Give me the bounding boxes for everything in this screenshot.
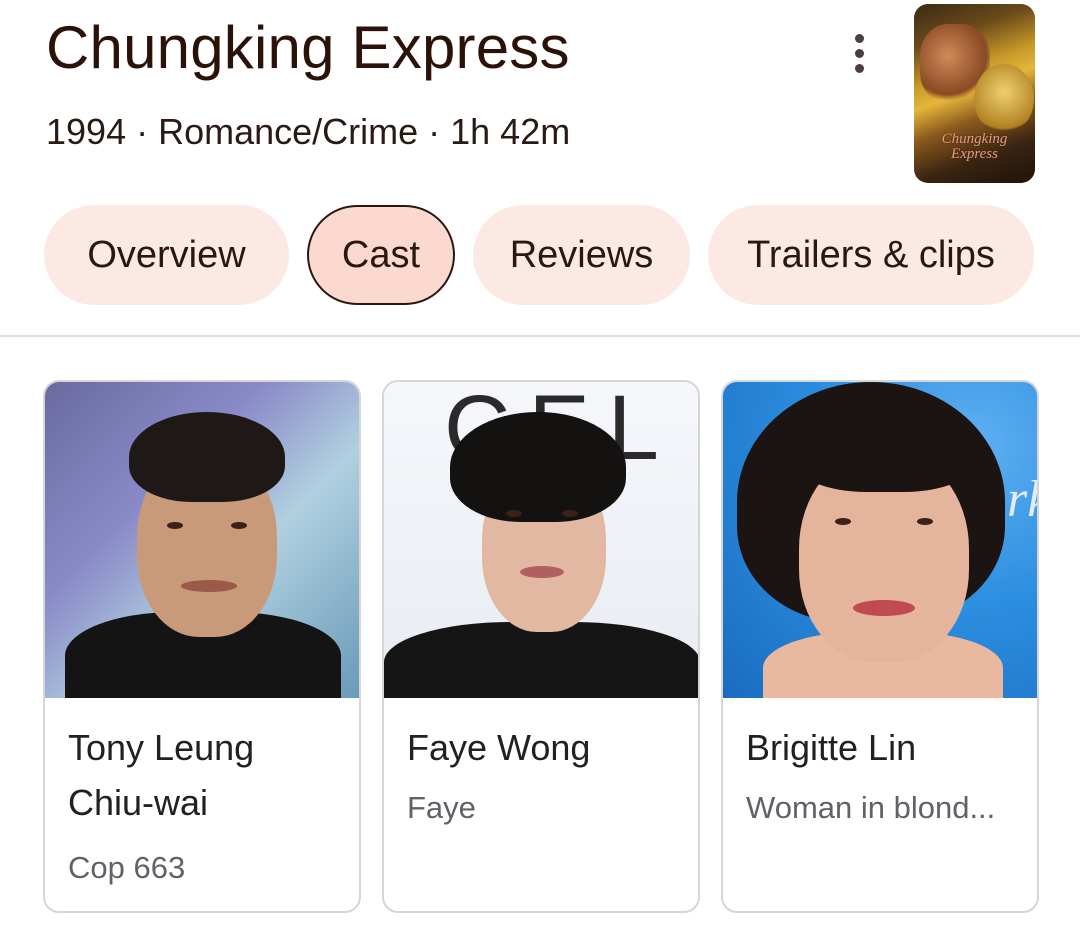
- tab-bar: Overview Cast Reviews Trailers & clips: [44, 205, 1034, 305]
- cast-photo: CEL: [384, 382, 698, 698]
- movie-title: Chungking Express: [46, 14, 570, 81]
- cast-card-tony-leung[interactable]: Tony Leung Chiu-wai Cop 663: [43, 380, 361, 913]
- photo-hair: [450, 412, 626, 522]
- cast-name: Faye Wong: [407, 727, 591, 768]
- backdrop-text: rk: [1007, 471, 1037, 528]
- more-options-button[interactable]: [836, 30, 882, 76]
- divider: [0, 335, 1080, 337]
- movie-knowledge-panel: Chungking Express 1994 · Romance/Crime ·…: [0, 0, 1080, 933]
- cast-photo: [45, 382, 359, 698]
- more-vert-icon: [854, 33, 864, 43]
- tab-overview[interactable]: Overview: [44, 205, 289, 305]
- photo-hair: [129, 412, 285, 502]
- photo-body: [384, 622, 698, 698]
- tab-trailers-clips[interactable]: Trailers & clips: [708, 205, 1034, 305]
- cast-card-brigitte-lin[interactable]: rk Brigitte Lin Woman in blond...: [721, 380, 1039, 913]
- photo-eye: [917, 518, 933, 525]
- movie-poster[interactable]: Chungking Express: [914, 4, 1035, 183]
- photo-eye: [167, 522, 183, 529]
- photo-eye: [835, 518, 851, 525]
- cast-role: Faye: [407, 790, 476, 825]
- photo-mouth: [853, 600, 915, 616]
- photo-eye: [506, 510, 522, 517]
- tab-cast[interactable]: Cast: [307, 205, 455, 305]
- photo-hair: [793, 412, 977, 492]
- cast-name: Tony Leung Chiu-wai: [68, 727, 255, 823]
- poster-figure: [974, 64, 1034, 134]
- photo-mouth: [181, 580, 237, 592]
- cast-card-faye-wong[interactable]: CEL Faye Wong Faye: [382, 380, 700, 913]
- more-vert-icon-dot: [854, 48, 864, 58]
- cast-role: Cop 663: [68, 850, 186, 885]
- cast-role: Woman in blond...: [746, 790, 996, 825]
- movie-meta: 1994 · Romance/Crime · 1h 42m: [46, 111, 571, 152]
- cast-card-body: Tony Leung Chiu-wai Cop 663: [45, 698, 359, 911]
- cast-card-body: Brigitte Lin Woman in blond...: [723, 698, 1037, 911]
- photo-eye: [231, 522, 247, 529]
- cast-photo: rk: [723, 382, 1037, 698]
- tab-reviews[interactable]: Reviews: [473, 205, 690, 305]
- cast-card-body: Faye Wong Faye: [384, 698, 698, 911]
- cast-carousel: Tony Leung Chiu-wai Cop 663 CEL Faye Won…: [43, 380, 1039, 913]
- photo-mouth: [520, 566, 564, 578]
- photo-eye: [562, 510, 578, 517]
- more-vert-icon-dot: [854, 63, 864, 73]
- poster-logo: Chungking Express: [941, 131, 1008, 162]
- cast-name: Brigitte Lin: [746, 727, 917, 768]
